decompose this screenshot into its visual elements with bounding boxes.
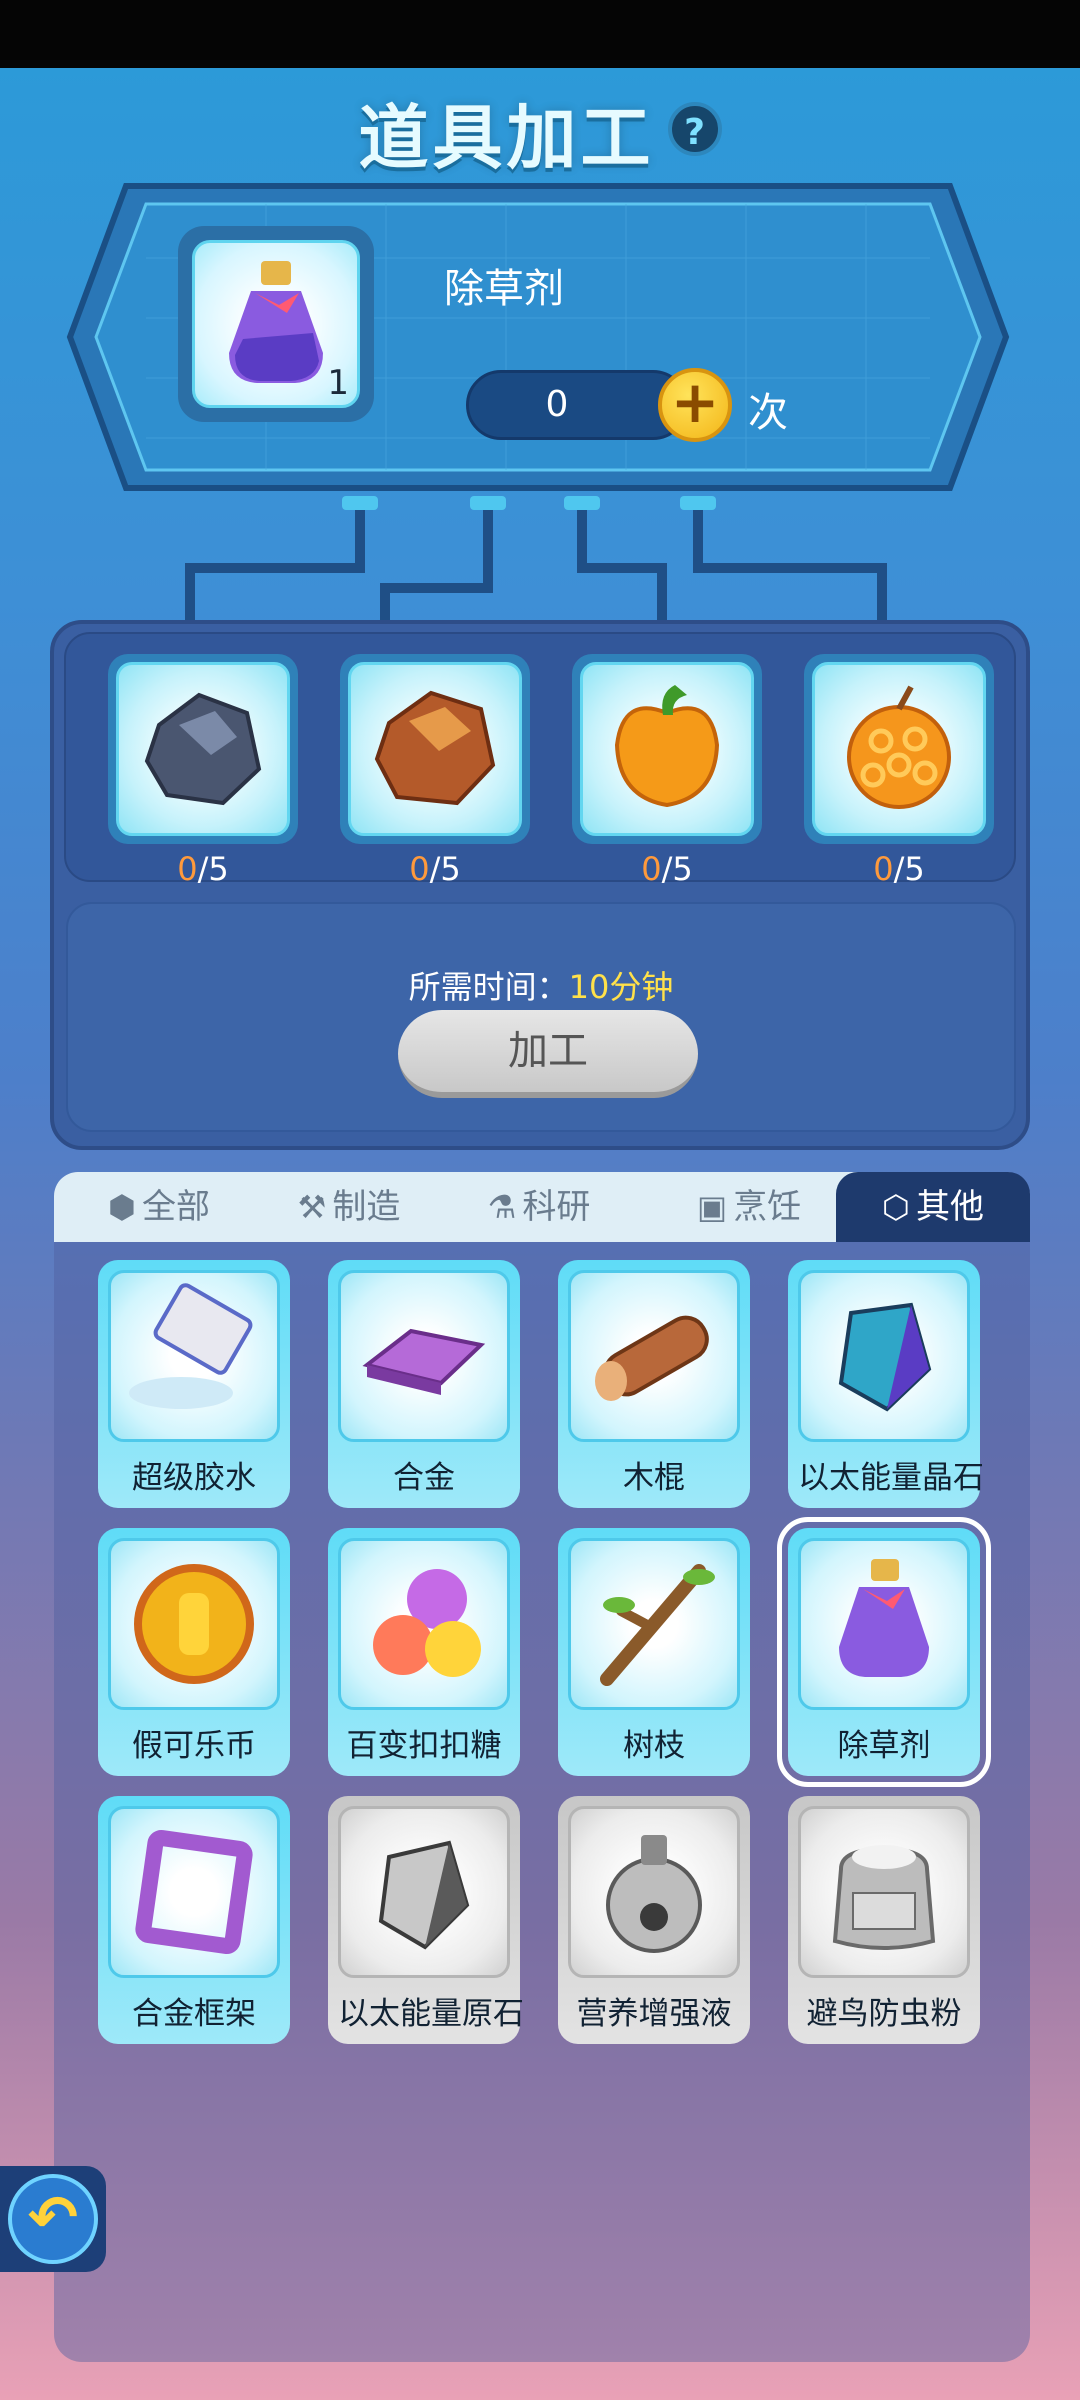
log-icon (595, 1315, 709, 1401)
shield-icon: ⬢ (108, 1188, 136, 1226)
material-count: 0/5 (873, 850, 925, 888)
ore-icon (378, 1840, 470, 1950)
back-button[interactable]: ↶ (0, 2166, 106, 2272)
item-label: 假可乐币 (132, 1728, 256, 1764)
material-card (572, 654, 762, 844)
powder-bag-icon (832, 1845, 936, 1950)
category-tabs: ⬢ 全部 ⚒ 制造 ⚗ 科研 ▣ 烹饪 ⬡ 其他 (54, 1172, 1030, 1242)
title-text: 道具加工 (358, 97, 655, 179)
material-card (340, 654, 530, 844)
item-branch[interactable]: 树枝 (558, 1528, 750, 1776)
craft-button[interactable]: 加工 (398, 1010, 698, 1098)
alloy-icon (362, 1328, 486, 1395)
item-label: 以太能量晶石 (798, 1460, 984, 1496)
tools-icon: ⚒ (297, 1188, 327, 1226)
item-label: 除草剂 (837, 1728, 931, 1764)
item-candy[interactable]: 百变扣扣糖 (328, 1528, 520, 1776)
item-image (108, 1270, 280, 1442)
page-title: 道具加工 ? (0, 82, 1080, 183)
item-image (338, 1538, 510, 1710)
item-image (338, 1270, 510, 1442)
frame-icon (135, 1829, 253, 1955)
material-slot[interactable]: 0/5 (340, 654, 530, 888)
time-value: 10分钟 (568, 968, 674, 1006)
item-image (798, 1270, 970, 1442)
product-slot[interactable]: 1 (178, 226, 374, 422)
coin-icon (134, 1564, 254, 1684)
stove-icon: ▣ (696, 1188, 728, 1226)
item-label: 百变扣扣糖 (346, 1728, 502, 1764)
item-image (568, 1538, 740, 1710)
item-label: 木棍 (623, 1460, 685, 1496)
time-required: 所需时间：10分钟 (408, 968, 674, 1006)
plus-button[interactable]: + (658, 368, 732, 442)
item-herbicide[interactable]: 除草剂 (777, 1517, 991, 1787)
branch-icon (600, 1564, 715, 1686)
item-bird-repellent[interactable]: 避鸟防虫粉 (788, 1796, 980, 2044)
item-image (108, 1538, 280, 1710)
fruit-icon (847, 685, 951, 809)
tab-all[interactable]: ⬢ 全部 (74, 1172, 244, 1242)
item-grid: 超级胶水 合金 木棍 以太能量晶石 假可乐币 百变扣扣糖 树枝 除草剂 合金框架… (54, 1242, 1030, 2362)
material-slot[interactable]: 0/5 (108, 654, 298, 888)
item-ether-crystal[interactable]: 以太能量晶石 (788, 1260, 984, 1508)
flask-icon (606, 1835, 702, 1953)
potion-icon (839, 1559, 929, 1677)
stone-icon (144, 692, 262, 806)
pepper-icon (614, 685, 720, 808)
item-nutrient-liquid[interactable]: 营养增强液 (558, 1796, 750, 2044)
item-alloy[interactable]: 合金 (328, 1260, 520, 1508)
material-count: 0/5 (177, 850, 229, 888)
item-label: 树枝 (623, 1728, 685, 1764)
item-image (798, 1806, 970, 1978)
tab-other[interactable]: ⬡ 其他 (836, 1172, 1030, 1242)
flask-icon: ⚗ (487, 1188, 517, 1226)
product-count: 1 (327, 363, 349, 403)
item-label: 合金 (393, 1460, 455, 1496)
material-card (108, 654, 298, 844)
materials-row: 0/5 0/5 0/5 0/5 (64, 632, 1016, 888)
item-label: 超级胶水 (132, 1460, 256, 1496)
crystal-icon (838, 1302, 932, 1412)
item-fake-coin[interactable]: 假可乐币 (98, 1528, 290, 1776)
item-label: 营养增强液 (576, 1996, 732, 2032)
quantity-unit: 次 (748, 390, 788, 436)
candy-icon (373, 1569, 481, 1677)
materials-panel: 0/5 0/5 0/5 0/5 所需时间：10分钟 加工 (50, 620, 1030, 1150)
material-count: 0/5 (641, 850, 693, 888)
item-alloy-frame[interactable]: 合金框架 (98, 1796, 290, 2044)
item-label: 避鸟防虫粉 (806, 1996, 962, 2032)
quantity-field[interactable]: 0 (466, 370, 688, 440)
item-super-glue[interactable]: 超级胶水 (98, 1260, 290, 1508)
material-count: 0/5 (409, 850, 461, 888)
help-icon[interactable]: ? (667, 102, 722, 156)
item-image (798, 1538, 970, 1710)
material-slot[interactable]: 0/5 (572, 654, 762, 888)
item-label: 合金框架 (132, 1996, 256, 2032)
item-image (108, 1806, 280, 1978)
tab-manufacture[interactable]: ⚒ 制造 (264, 1172, 434, 1242)
item-image (568, 1806, 740, 1978)
product-panel: 1 除草剂 0 + 次 (66, 178, 1010, 496)
glue-icon (129, 1283, 253, 1409)
item-image (338, 1806, 510, 1978)
item-ether-ore[interactable]: 以太能量原石 (328, 1796, 524, 2044)
tab-research[interactable]: ⚗ 科研 (454, 1172, 624, 1242)
cube-icon: ⬡ (882, 1188, 910, 1226)
item-label: 以太能量原石 (338, 1996, 524, 2032)
craft-box: 所需时间：10分钟 加工 (66, 902, 1016, 1132)
product-image: 1 (192, 240, 360, 408)
back-arrow-icon: ↶ (8, 2174, 98, 2264)
item-wood-stick[interactable]: 木棍 (558, 1260, 750, 1508)
tab-cooking[interactable]: ▣ 烹饪 (664, 1172, 834, 1242)
connector-pipes (185, 496, 887, 626)
material-card (804, 654, 994, 844)
product-name: 除草剂 (444, 266, 564, 312)
status-bar (0, 0, 1080, 68)
item-image (568, 1270, 740, 1442)
material-slot[interactable]: 0/5 (804, 654, 994, 888)
ore-icon (374, 690, 496, 806)
